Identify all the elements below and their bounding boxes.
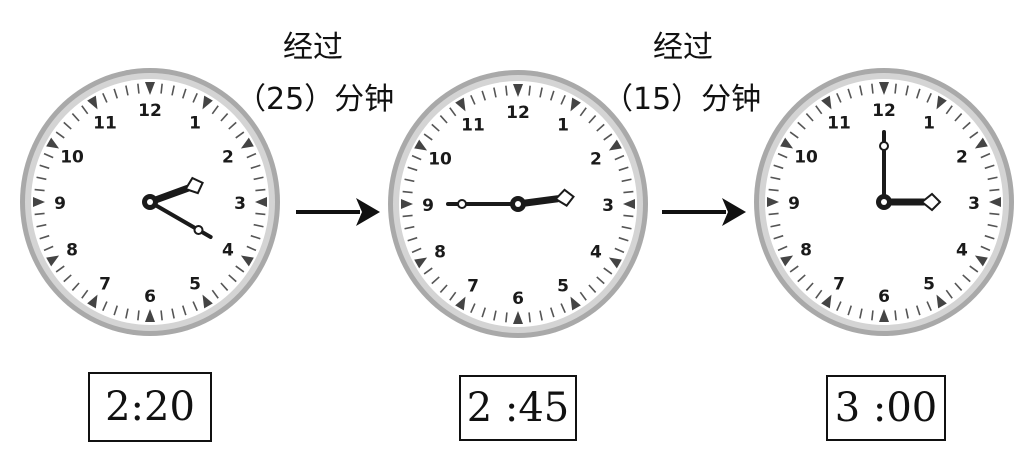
dial-number: 1 <box>557 115 569 135</box>
dial-number: 4 <box>222 241 234 261</box>
dial-number: 5 <box>557 277 569 297</box>
time-box-3: 3 :00 <box>826 375 946 441</box>
transition-2-duration: （15）分钟 <box>603 82 762 117</box>
minute-tick <box>871 83 874 94</box>
minute-tick <box>871 310 874 321</box>
minute-tick <box>989 188 1000 192</box>
dial-number: 9 <box>788 194 800 214</box>
minute-tick <box>402 190 413 194</box>
transition-2-verb: 经过 <box>653 30 713 65</box>
dial-number: 1 <box>923 113 935 133</box>
minute-hand-ring <box>457 199 467 209</box>
dial-number: 4 <box>590 243 602 263</box>
minute-tick <box>894 83 897 94</box>
dial-number: 8 <box>66 241 78 261</box>
minute-tick <box>989 212 1000 216</box>
transition-1-verb: 经过 <box>283 30 343 65</box>
dial-number: 6 <box>512 289 524 309</box>
dial-number: 7 <box>833 275 845 295</box>
dial-number: 9 <box>54 194 66 214</box>
minute-tick <box>623 214 634 218</box>
minute-tick <box>160 310 163 321</box>
minute-tick <box>528 312 531 323</box>
dial-number: 9 <box>422 196 434 216</box>
clock-hub-center <box>881 199 887 205</box>
dial-number: 4 <box>956 241 968 261</box>
dial-number: 11 <box>93 113 117 133</box>
minute-tick <box>34 188 45 192</box>
clock-3: 121234567891011 <box>754 68 1014 336</box>
time-box-2: 2 :45 <box>459 375 577 441</box>
dial-number: 12 <box>138 101 162 121</box>
minute-tick <box>505 85 508 96</box>
dial-number: 11 <box>461 115 485 135</box>
dial-number: 1 <box>189 113 201 133</box>
dial-number: 10 <box>794 148 818 168</box>
minute-tick <box>768 188 779 192</box>
minute-tick <box>255 212 266 216</box>
dial-number: 8 <box>434 243 446 263</box>
dial-number: 6 <box>878 287 890 307</box>
clock-hub-center <box>515 201 521 207</box>
dial-number: 2 <box>222 148 234 168</box>
transition-1-duration: （25）分钟 <box>236 82 395 117</box>
minute-tick <box>768 212 779 216</box>
arrow-right-icon <box>296 198 380 226</box>
minute-tick <box>623 190 634 194</box>
dial-number: 5 <box>189 275 201 295</box>
dial-number: 2 <box>590 150 602 170</box>
minute-tick <box>894 310 897 321</box>
dial-number: 10 <box>60 148 84 168</box>
dial-number: 3 <box>602 196 614 216</box>
minute-tick <box>255 188 266 192</box>
minute-tick <box>402 214 413 218</box>
dial-number: 12 <box>872 101 896 121</box>
minute-tick <box>137 83 140 94</box>
dial-number: 7 <box>99 275 111 295</box>
dial-number: 3 <box>234 194 246 214</box>
dial-number: 7 <box>467 277 479 297</box>
minute-hand-ring <box>193 225 204 235</box>
dial-number: 2 <box>956 148 968 168</box>
clock-hub-center <box>147 199 153 205</box>
dial-number: 8 <box>800 241 812 261</box>
minute-hand-ring <box>879 141 889 151</box>
minute-tick <box>137 310 140 321</box>
dial-number: 3 <box>968 194 980 214</box>
dial-number: 12 <box>506 103 530 123</box>
minute-tick <box>160 83 163 94</box>
time-box-1: 2:20 <box>88 372 212 442</box>
minute-tick <box>528 85 531 96</box>
minute-tick <box>505 312 508 323</box>
dial-number: 11 <box>827 113 851 133</box>
arrow-right-icon <box>662 198 746 226</box>
minute-tick <box>34 212 45 216</box>
dial-number: 10 <box>428 150 452 170</box>
dial-number: 6 <box>144 287 156 307</box>
dial-number: 5 <box>923 275 935 295</box>
